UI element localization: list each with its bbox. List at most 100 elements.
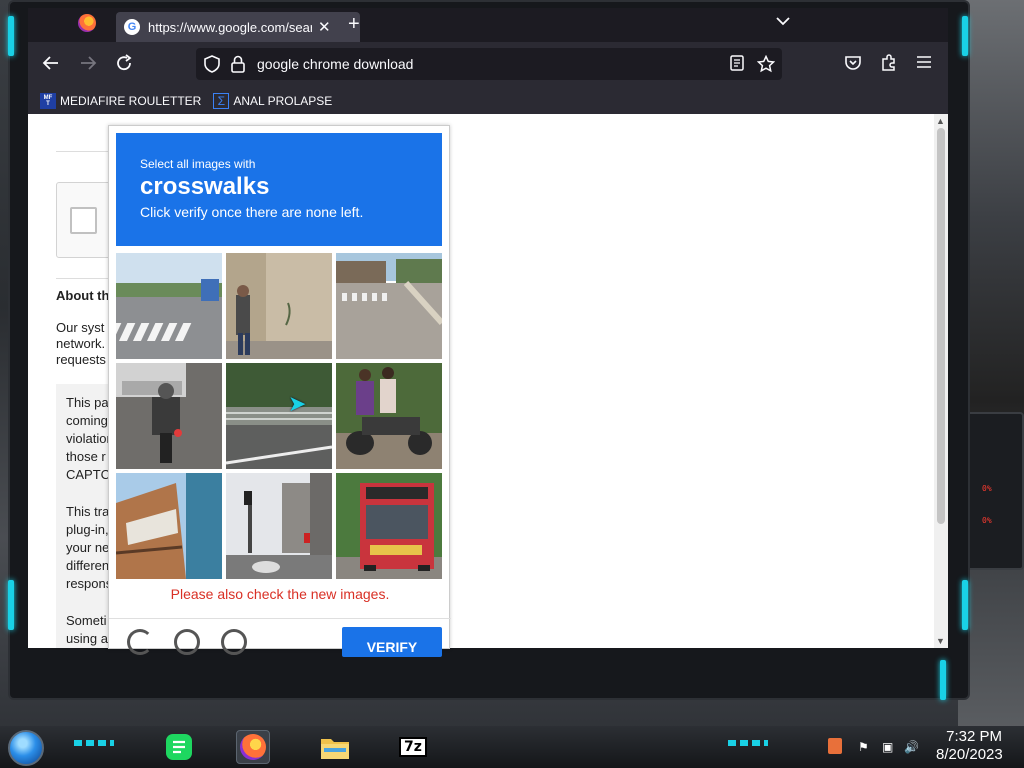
image-tile-scooter-riders[interactable] [336,363,442,469]
challenge-instruction: Select all images with [140,157,256,171]
pocket-button[interactable] [844,54,862,76]
bookmark-label: ANAL PROLAPSE [233,94,333,108]
text-line: This pa [66,395,109,410]
notes-app-icon [166,734,192,760]
text-line: those r [66,449,106,464]
list-all-tabs-button[interactable] [776,13,790,29]
sigma-icon: Σ [213,93,230,109]
network-icon[interactable]: ▣ [882,740,893,754]
image-tile-motorcycle-car[interactable] [116,363,222,469]
reload-challenge-icon[interactable] [127,629,153,655]
text-line: your ne [66,540,110,555]
extensions-button[interactable] [880,54,898,76]
reader-view-icon[interactable] [730,55,744,75]
desktop-widget-panel [966,412,1024,570]
forward-arrow-icon [81,56,97,70]
challenge-keyword: crosswalks [140,173,270,200]
image-tile-street-traffic-lights[interactable] [226,473,332,579]
shield-icon[interactable] [204,55,220,77]
puzzle-icon [882,54,895,71]
clock-time: 7:32 PM [946,728,1002,745]
url-bar[interactable]: google chrome download [196,48,782,80]
image-tile-road-guardrail[interactable] [226,363,332,469]
scroll-up-arrow-icon[interactable]: ▲ [936,116,945,126]
text-line: network. [56,336,106,351]
taskbar: 7z ⚑ ▣ 🔊 [0,726,1024,768]
text-line: coming [66,413,108,428]
challenge-subtext: Click verify once there are none left. [140,204,364,220]
tab-title: https://www.google.com/search [148,19,312,35]
volume-icon[interactable]: 🔊 [904,740,919,754]
text-line: plug-in, [66,522,109,537]
text-line: respons [66,576,113,591]
taskbar-decoration [728,740,768,746]
info-paragraph: This tra plug-in, your ne differen respo… [66,503,112,593]
info-icon[interactable] [221,629,247,655]
recaptcha-checkbox[interactable] [70,207,97,234]
image-tile-building-corner[interactable] [116,473,222,579]
image-tile-red-bus[interactable] [336,473,442,579]
frame-accent-left [8,580,14,630]
text-line: Someti [66,613,107,628]
about-heading: About th [56,288,110,303]
image-grid [116,253,442,579]
bookmarks-toolbar: MF T MEDIAFIRE ROULETTER Σ ANAL PROLAPSE [28,88,948,114]
menu-button[interactable] [916,54,932,74]
firefox-icon [240,734,266,760]
google-icon: G [124,19,140,35]
image-tile-pedestrian-wall[interactable] [226,253,332,359]
reload-icon [117,54,132,71]
frame-accent-right [962,580,968,630]
text-line: requests [56,352,106,367]
text-line: differen [66,558,110,573]
frame-accent-left [8,16,14,56]
frame-accent-right [940,660,946,700]
widget-readout: 0% [982,516,992,525]
taskbar-decoration [74,740,114,746]
new-tab-button[interactable]: + [348,13,360,36]
bookmark-star-icon[interactable] [756,54,776,77]
clock-date: 8/20/2023 [936,746,1003,763]
url-text[interactable]: google chrome download [257,56,413,72]
taskbar-7zip[interactable]: 7z [396,730,430,764]
back-arrow-icon [42,56,58,70]
info-paragraph: This pa coming violation those r CAPTC [66,394,114,484]
recaptcha-challenge: Select all images with crosswalks Click … [108,125,451,657]
tab-bar: G https://www.google.com/search ✕ + [28,8,948,42]
audio-challenge-icon[interactable] [174,629,200,655]
verify-button[interactable]: VERIFY [342,627,442,657]
taskbar-notes-app[interactable] [162,730,196,764]
sevenzip-icon: 7z [399,737,427,757]
firefox-icon[interactable] [78,14,96,32]
bookmark-mediafire[interactable]: MF T MEDIAFIRE ROULETTER [40,93,201,109]
taskbar-clock[interactable]: 7:32 PM 8/20/2023 [936,728,1003,764]
text-line: CAPTC [66,467,111,482]
bookmark-label: MEDIAFIRE ROULETTER [60,94,202,108]
widget-readout: 0% [982,484,992,493]
taskbar-file-explorer[interactable] [318,730,352,764]
scroll-down-arrow-icon[interactable]: ▼ [936,636,945,646]
folder-icon [321,739,349,759]
mouse-cursor-icon: ➤ [288,391,307,416]
tray-app-icon[interactable] [828,738,842,754]
page-scrollbar[interactable]: ▲ ▼ [934,114,948,648]
new-images-message: Please also check the new images. [170,586,390,602]
mediafire-icon: MF T [40,93,56,109]
about-paragraph: Our syst network. requests [56,320,106,368]
bookmark-second[interactable]: Σ ANAL PROLAPSE [213,93,332,109]
start-button[interactable] [8,730,44,766]
lock-icon[interactable] [231,55,245,77]
back-button[interactable] [42,54,60,76]
image-tile-crosswalk-street[interactable] [116,253,222,359]
scroll-thumb[interactable] [937,128,945,524]
tab-google-search[interactable]: G https://www.google.com/search ✕ [116,12,360,42]
image-tile-street-crosswalk[interactable] [336,253,442,359]
forward-button[interactable] [79,54,97,76]
reload-button[interactable] [115,54,133,76]
close-tab-icon[interactable]: ✕ [318,18,331,36]
hamburger-icon [917,56,931,68]
nav-toolbar: google chrome download [28,42,948,88]
taskbar-firefox[interactable] [236,730,270,764]
action-center-flag-icon[interactable]: ⚑ [858,740,869,754]
challenge-header: Select all images with crosswalks Click … [116,133,442,246]
